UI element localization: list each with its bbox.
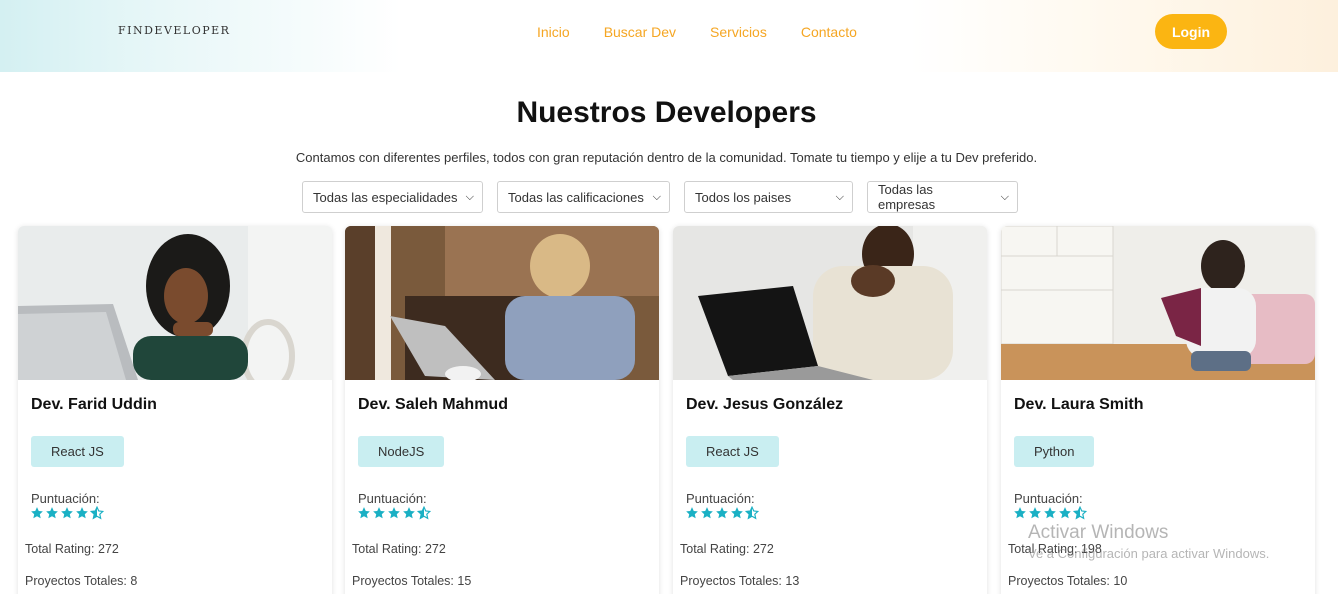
total-projects: Proyectos Totales: 15 bbox=[352, 574, 472, 588]
chevron-down-icon: ⌵ bbox=[1000, 190, 1009, 203]
total-projects: Proyectos Totales: 8 bbox=[25, 574, 138, 588]
score-label: Puntuación: bbox=[686, 491, 755, 506]
developer-card[interactable]: Dev. Saleh Mahmud NodeJS Puntuación: Tot… bbox=[345, 226, 659, 594]
filter-rating-select[interactable]: Todas las calificaciones ⌵ bbox=[497, 181, 670, 213]
star-icon bbox=[31, 507, 43, 519]
rating-stars bbox=[30, 506, 104, 520]
filter-country-value: Todos los paises bbox=[695, 189, 792, 205]
total-projects: Proyectos Totales: 10 bbox=[1008, 574, 1128, 588]
star-half-icon bbox=[417, 506, 431, 520]
filter-company-value: Todas las empresas bbox=[878, 182, 936, 212]
star-icon bbox=[388, 507, 400, 519]
site-header: FINDEVELOPER Inicio Buscar Dev Servicios… bbox=[0, 0, 1338, 72]
developer-photo bbox=[18, 226, 332, 380]
developer-name: Dev. Jesus González bbox=[686, 396, 844, 413]
star-icon bbox=[1059, 507, 1071, 519]
specialty-tag[interactable]: NodeJS bbox=[358, 436, 445, 467]
developer-name: Dev. Farid Uddin bbox=[31, 396, 157, 413]
score-label: Puntuación: bbox=[1014, 491, 1083, 506]
specialty-tag[interactable]: React JS bbox=[31, 436, 124, 467]
total-rating: Total Rating: 272 bbox=[25, 542, 119, 556]
developer-card[interactable]: Dev. Laura Smith Python Puntuación: Tota… bbox=[1001, 226, 1315, 594]
chevron-down-icon: ⌵ bbox=[652, 190, 661, 203]
specialty-tag[interactable]: Python bbox=[1014, 436, 1095, 467]
page-title: Nuestros Developers bbox=[516, 96, 817, 129]
star-icon bbox=[1014, 507, 1026, 519]
total-rating: Total Rating: 272 bbox=[680, 542, 774, 556]
star-icon bbox=[46, 507, 58, 519]
total-rating: Total Rating: 198 bbox=[1008, 542, 1102, 556]
filter-company-select[interactable]: Todas las empresas ⌵ bbox=[867, 181, 1018, 213]
login-button[interactable]: Login bbox=[1155, 14, 1227, 49]
star-icon bbox=[358, 507, 370, 519]
star-half-icon bbox=[90, 506, 104, 520]
star-icon bbox=[686, 507, 698, 519]
nav-link-buscar-dev[interactable]: Buscar Dev bbox=[604, 24, 676, 40]
star-icon bbox=[701, 507, 713, 519]
main-nav: Inicio Buscar Dev Servicios Contacto bbox=[537, 24, 891, 40]
filter-bar: Todas las especialidades ⌵ Todas las cal… bbox=[302, 181, 1018, 213]
page-subtitle: Contamos con diferentes perfiles, todos … bbox=[295, 150, 1038, 165]
developer-cards: Dev. Farid Uddin React JS Puntuación: To… bbox=[18, 226, 1318, 594]
star-icon bbox=[731, 507, 743, 519]
specialty-tag[interactable]: React JS bbox=[686, 436, 779, 467]
filter-specialty-select[interactable]: Todas las especialidades ⌵ bbox=[302, 181, 483, 213]
developer-card[interactable]: Dev. Jesus González React JS Puntuación:… bbox=[673, 226, 987, 594]
star-icon bbox=[716, 507, 728, 519]
developer-card[interactable]: Dev. Farid Uddin React JS Puntuación: To… bbox=[18, 226, 332, 594]
star-icon bbox=[1044, 507, 1056, 519]
chevron-down-icon: ⌵ bbox=[465, 190, 474, 203]
developer-photo bbox=[1001, 226, 1315, 380]
total-rating: Total Rating: 272 bbox=[352, 542, 446, 556]
star-icon bbox=[403, 507, 415, 519]
nav-link-inicio[interactable]: Inicio bbox=[537, 24, 570, 40]
star-half-icon bbox=[1073, 506, 1087, 520]
chevron-down-icon: ⌵ bbox=[835, 190, 844, 203]
developer-photo bbox=[673, 226, 987, 380]
score-label: Puntuación: bbox=[358, 491, 427, 506]
star-icon bbox=[61, 507, 73, 519]
rating-stars bbox=[357, 506, 431, 520]
filter-country-select[interactable]: Todos los paises ⌵ bbox=[684, 181, 853, 213]
nav-link-contacto[interactable]: Contacto bbox=[801, 24, 857, 40]
star-half-icon bbox=[745, 506, 759, 520]
filter-specialty-value: Todas las especialidades bbox=[313, 189, 458, 205]
nav-link-servicios[interactable]: Servicios bbox=[710, 24, 767, 40]
star-icon bbox=[373, 507, 385, 519]
star-icon bbox=[76, 507, 88, 519]
star-icon bbox=[1029, 507, 1041, 519]
score-label: Puntuación: bbox=[31, 491, 100, 506]
rating-stars bbox=[685, 506, 759, 520]
developer-name: Dev. Laura Smith bbox=[1014, 396, 1144, 413]
rating-stars bbox=[1013, 506, 1087, 520]
total-projects: Proyectos Totales: 13 bbox=[680, 574, 800, 588]
developer-name: Dev. Saleh Mahmud bbox=[358, 396, 508, 413]
developer-photo bbox=[345, 226, 659, 380]
filter-rating-value: Todas las calificaciones bbox=[508, 189, 644, 205]
logo[interactable]: FINDEVELOPER bbox=[118, 24, 230, 37]
